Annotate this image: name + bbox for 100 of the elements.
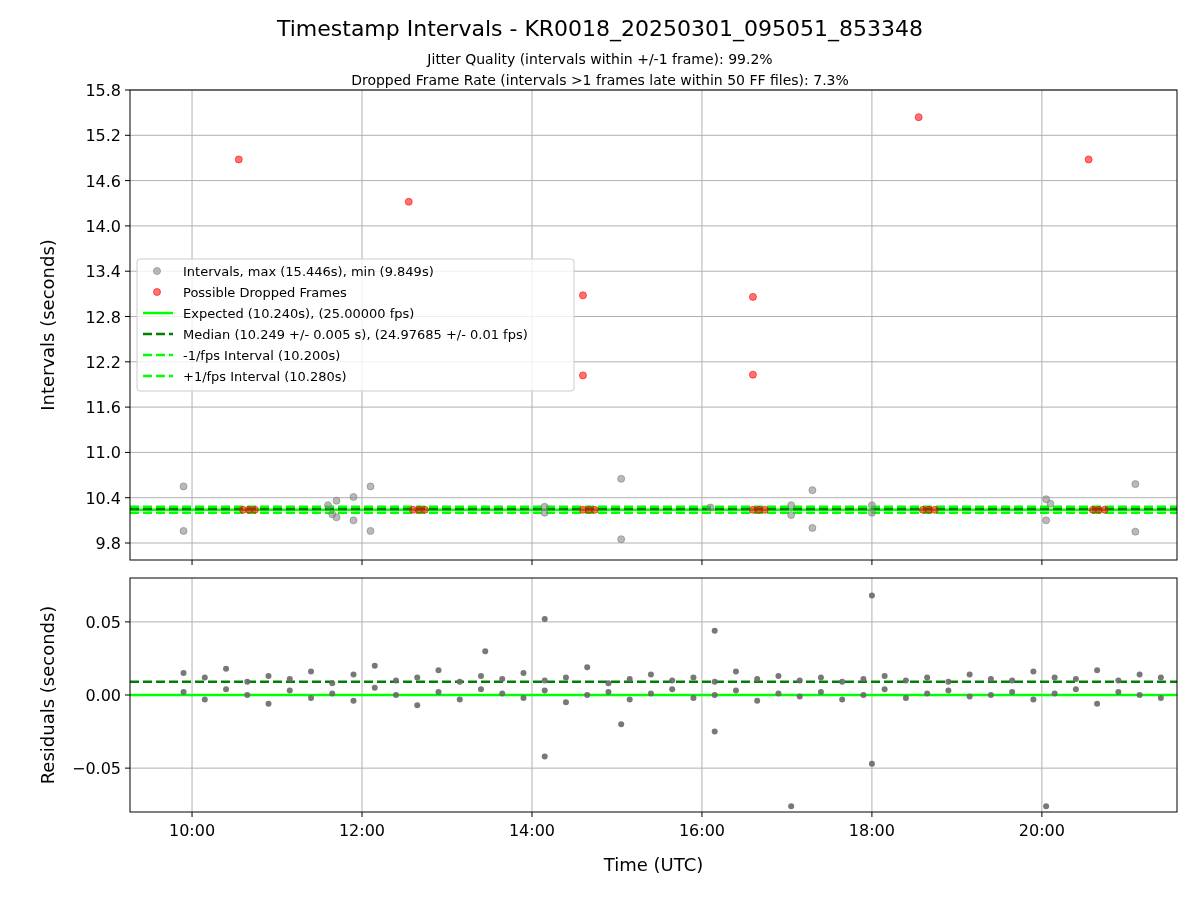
- tick-mark: [871, 811, 873, 818]
- data-point: [808, 486, 817, 495]
- data-point: [286, 675, 293, 682]
- data-point: [499, 675, 506, 682]
- tick-mark: [124, 542, 131, 544]
- data-point: [775, 673, 782, 679]
- axis-tick-label: 16:00: [678, 821, 725, 840]
- axis-tick-label: 11.0: [85, 443, 121, 463]
- axis-label: Residuals (seconds): [37, 605, 58, 785]
- data-point: [520, 694, 527, 701]
- tick-mark: [124, 451, 131, 453]
- data-point: [669, 677, 676, 684]
- data-point: [584, 692, 591, 698]
- data-point: [180, 670, 187, 677]
- tick-mark: [1041, 559, 1043, 566]
- legend-marker-icon: [153, 267, 161, 275]
- data-point: [1046, 499, 1055, 508]
- data-point: [332, 513, 341, 522]
- data-point: [350, 697, 357, 704]
- chart-subtitle: Dropped Frame Rate (intervals >1 frames late within 50 FF files): 7.3%: [351, 72, 849, 88]
- axis-tick-label: −0.05: [71, 759, 121, 779]
- legend-marker-icon: [153, 288, 161, 296]
- data-point: [1094, 667, 1101, 674]
- data-point: [711, 627, 718, 634]
- data-point: [605, 689, 612, 696]
- data-point: [748, 505, 757, 514]
- data-point: [1030, 696, 1037, 703]
- axis-tick-label: 14:00: [508, 821, 556, 840]
- data-point: [706, 503, 715, 512]
- data-point: [244, 692, 251, 698]
- data-point: [626, 696, 633, 703]
- data-point: [234, 155, 243, 164]
- data-point: [478, 673, 484, 679]
- data-point: [562, 674, 569, 681]
- data-point: [808, 523, 817, 532]
- data-point: [414, 702, 421, 709]
- data-point: [618, 721, 625, 728]
- data-point: [223, 665, 230, 672]
- tick-mark: [531, 811, 533, 818]
- data-point: [1157, 694, 1164, 701]
- data-point: [775, 690, 782, 697]
- data-point: [1030, 668, 1037, 675]
- data-point: [860, 675, 867, 682]
- data-point: [754, 697, 761, 704]
- tick-mark: [124, 694, 131, 696]
- legend-label: Possible Dropped Frames: [183, 285, 347, 300]
- tick-mark: [124, 621, 131, 623]
- data-point: [349, 492, 358, 501]
- data-point: [711, 692, 718, 698]
- data-point: [366, 526, 375, 535]
- data-point: [690, 674, 697, 681]
- axis-tick-label: 0.05: [85, 612, 121, 632]
- data-point: [414, 505, 423, 514]
- data-point: [902, 677, 909, 684]
- data-point: [930, 505, 939, 514]
- data-point: [1094, 700, 1101, 707]
- data-point: [918, 505, 927, 514]
- data-point: [420, 505, 429, 514]
- data-point: [1072, 675, 1079, 682]
- legend-line-icon: [143, 332, 173, 336]
- axis-tick-label: 10.4: [85, 488, 121, 508]
- data-point: [669, 686, 676, 693]
- data-point: [456, 678, 463, 685]
- data-point: [308, 668, 314, 675]
- tick-mark: [531, 559, 533, 566]
- data-point: [478, 686, 484, 693]
- data-point: [760, 505, 769, 514]
- data-point: [286, 687, 293, 694]
- data-point: [987, 692, 994, 698]
- legend-label: Intervals, max (15.446s), min (9.849s): [183, 264, 434, 279]
- chart-subtitle: Jitter Quality (intervals within +/-1 frame): 99.2%: [427, 51, 773, 67]
- data-point: [690, 694, 697, 701]
- tick-mark: [361, 559, 363, 566]
- data-point: [435, 667, 442, 674]
- data-point: [647, 690, 654, 697]
- axis-tick-label: 9.8: [95, 534, 121, 553]
- data-point: [180, 689, 187, 696]
- data-point: [796, 693, 803, 700]
- data-point: [562, 699, 569, 706]
- axis-tick-label: 10:00: [169, 821, 216, 840]
- data-point: [867, 501, 876, 510]
- data-point: [1136, 692, 1143, 698]
- data-point: [1009, 677, 1016, 684]
- legend-label: Median (10.249 +/- 0.005 s), (24.97685 +/- 0.01 fps): [183, 327, 528, 342]
- data-point: [1072, 686, 1079, 693]
- data-point: [329, 680, 336, 687]
- axis-tick-label: 12:00: [338, 821, 386, 840]
- data-point: [1115, 677, 1122, 684]
- data-point: [787, 511, 796, 520]
- data-point: [902, 694, 909, 701]
- data-point: [541, 615, 548, 622]
- data-point: [868, 592, 875, 599]
- data-point: [839, 678, 846, 685]
- data-point: [711, 728, 718, 735]
- data-point: [617, 474, 626, 483]
- data-point: [265, 700, 272, 707]
- data-point: [1136, 671, 1143, 678]
- axis-tick-label: 14.0: [85, 216, 121, 236]
- data-point: [250, 505, 259, 514]
- tick-mark: [124, 270, 131, 272]
